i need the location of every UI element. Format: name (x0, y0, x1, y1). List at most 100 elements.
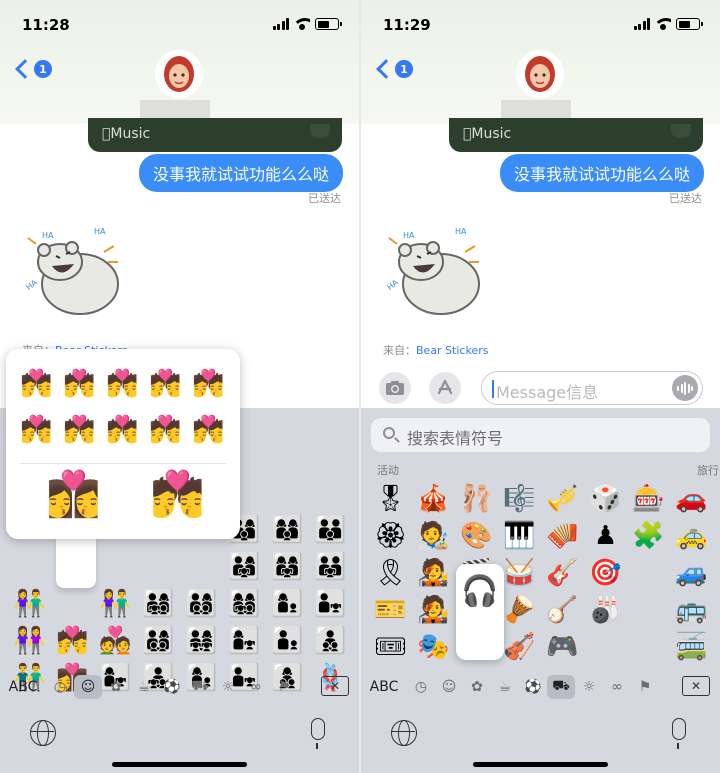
emoji-key[interactable]: 🎗 (369, 554, 412, 591)
emoji-key[interactable]: 👨‍👦 (266, 622, 309, 659)
emoji-key[interactable]: 👨‍👩‍👧‍👦 (137, 585, 180, 622)
emoji-key[interactable]: 🎮 (541, 628, 584, 665)
emoji-key[interactable]: 🚕 (670, 517, 713, 554)
skin-tone-option[interactable]: 💏 (20, 367, 53, 400)
skin-tone-option[interactable]: 💏 (149, 367, 182, 400)
voice-message-icon[interactable] (672, 375, 698, 401)
emoji-key[interactable]: 🪘 (498, 591, 541, 628)
microphone-icon[interactable] (672, 718, 686, 749)
recent-icon[interactable]: ◷ (46, 675, 74, 699)
abc-key[interactable]: ABC (0, 679, 46, 695)
emoji-key[interactable]: 🧩 (627, 517, 670, 554)
car-icon[interactable]: ⛟ (186, 675, 214, 699)
emoji-key[interactable]: 🪗 (541, 517, 584, 554)
emoji-key[interactable]: 🎳 (584, 591, 627, 628)
food-icon[interactable]: ☕ (491, 675, 519, 699)
skin-tone-option[interactable]: 💏 (149, 413, 182, 446)
skin-tone-option[interactable]: 💏 (20, 413, 53, 446)
emoji-search-input[interactable]: 搜索表情符号 (371, 418, 710, 452)
globe-icon[interactable] (391, 720, 417, 746)
emoji-key[interactable]: 👨‍👩‍👧‍👧 (180, 622, 223, 659)
avatar[interactable] (155, 50, 203, 98)
emoji-key[interactable]: 👨‍👩‍👦‍👦 (137, 622, 180, 659)
emoji-key[interactable]: 💑 (94, 622, 137, 659)
bulb-icon[interactable]: ☼ (214, 675, 242, 699)
emoji-key[interactable]: 🎲 (584, 480, 627, 517)
symbols-icon[interactable]: ∞ (242, 675, 270, 699)
popover-option-default[interactable]: 👩‍❤️‍💋‍👩 (46, 473, 101, 517)
emoji-key[interactable]: 🎰 (627, 480, 670, 517)
emoji-key[interactable]: 🩰 (455, 480, 498, 517)
microphone-icon[interactable] (311, 718, 325, 749)
emoji-key[interactable]: 👩‍👧 (223, 622, 266, 659)
sticker-attribution[interactable]: 来自：Bear Stickers (383, 342, 488, 358)
emoji-key[interactable]: 👨‍👧 (309, 585, 352, 622)
skin-tone-option[interactable]: 💏 (63, 413, 96, 446)
emoji-key[interactable]: 👩‍👩‍👦 (266, 511, 309, 548)
emoji-key[interactable]: 🎪 (412, 480, 455, 517)
emoji-key[interactable]: ♟ (584, 517, 627, 554)
skin-tone-option[interactable]: 💏 (192, 367, 225, 400)
emoji-key[interactable]: 🧑‍🎤 (412, 554, 455, 591)
emoji-key[interactable]: 👩‍👩‍👧 (266, 548, 309, 585)
bear-sticker[interactable]: HA HA HA (22, 222, 132, 322)
emoji-key[interactable]: 👩‍👦 (266, 585, 309, 622)
symbols-icon[interactable]: ∞ (603, 675, 631, 699)
emoji-key[interactable]: 🎟 (369, 628, 412, 665)
emoji-key[interactable]: 👨‍👩‍👧 (223, 548, 266, 585)
back-button[interactable]: 1 (14, 59, 52, 79)
emoji-key[interactable]: 🪕 (541, 591, 584, 628)
globe-icon[interactable] (30, 720, 56, 746)
ball-icon[interactable]: ⚽ (519, 675, 547, 699)
avatar[interactable] (516, 50, 564, 98)
skin-tone-option[interactable]: 💏 (192, 413, 225, 446)
smiley-icon[interactable]: ☺ (74, 675, 102, 699)
emoji-key[interactable]: 👨‍👨‍👧 (309, 548, 352, 585)
recent-icon[interactable]: ◷ (407, 675, 435, 699)
app-store-button[interactable] (429, 372, 461, 404)
car-icon[interactable]: ⛟ (547, 675, 575, 699)
emoji-key[interactable]: 🎼 (498, 480, 541, 517)
delete-key[interactable]: ✕ (321, 676, 349, 696)
emoji-key[interactable]: 👩‍👩‍👧‍👦 (223, 585, 266, 622)
bear-sticker[interactable]: HA HA HA (383, 222, 493, 322)
back-button[interactable]: 1 (375, 59, 413, 79)
message-input[interactable]: Message信息 (481, 371, 703, 405)
emoji-key[interactable]: 🎯 (584, 554, 627, 591)
emoji-key[interactable]: 🎨 (455, 517, 498, 554)
emoji-key[interactable]: 👫 (8, 585, 51, 622)
emoji-key[interactable]: 👨‍👨‍👦 (309, 511, 352, 548)
animal-icon[interactable]: ✿ (463, 675, 491, 699)
delete-key[interactable]: ✕ (682, 676, 710, 696)
camera-button[interactable] (379, 372, 411, 404)
emoji-key[interactable]: 🚙 (670, 554, 713, 591)
smiley-icon[interactable]: ☺ (435, 675, 463, 699)
message-bubble[interactable]: 没事我就试试功能么么哒 (499, 154, 704, 192)
emoji-key[interactable]: 🚎 (670, 628, 713, 665)
emoji-key[interactable]: 🎫 (369, 591, 412, 628)
skin-tone-option[interactable]: 💏 (106, 367, 139, 400)
bulb-icon[interactable]: ☼ (575, 675, 603, 699)
emoji-key[interactable]: 🎸 (541, 554, 584, 591)
emoji-key[interactable]: 👨‍👦‍👦 (309, 622, 352, 659)
music-card[interactable]: Music (88, 118, 342, 152)
emoji-key[interactable]: 👭 (8, 622, 51, 659)
emoji-key[interactable]: 🏵 (369, 517, 412, 554)
skin-tone-option[interactable]: 💏 (106, 413, 139, 446)
flag-icon[interactable]: ⚑ (631, 675, 659, 699)
emoji-key[interactable]: 🎺 (541, 480, 584, 517)
emoji-key[interactable]: 🧑‍🎤 (412, 591, 455, 628)
emoji-key[interactable]: 🎖 (369, 480, 412, 517)
animal-icon[interactable]: ✿ (102, 675, 130, 699)
popover-option-neutral[interactable]: 💏 (150, 473, 205, 517)
emoji-key[interactable]: 🚌 (670, 591, 713, 628)
emoji-key[interactable]: 🚗 (670, 480, 713, 517)
food-icon[interactable]: ☕ (130, 675, 158, 699)
abc-key[interactable]: ABC (361, 679, 407, 695)
ball-icon[interactable]: ⚽ (158, 675, 186, 699)
emoji-key[interactable]: 🎭 (412, 628, 455, 665)
message-bubble[interactable]: 没事我就试试功能么么哒 (138, 154, 343, 192)
emoji-key[interactable]: 🎻 (498, 628, 541, 665)
music-card[interactable]: Music (449, 118, 703, 152)
skin-tone-option[interactable]: 💏 (63, 367, 96, 400)
